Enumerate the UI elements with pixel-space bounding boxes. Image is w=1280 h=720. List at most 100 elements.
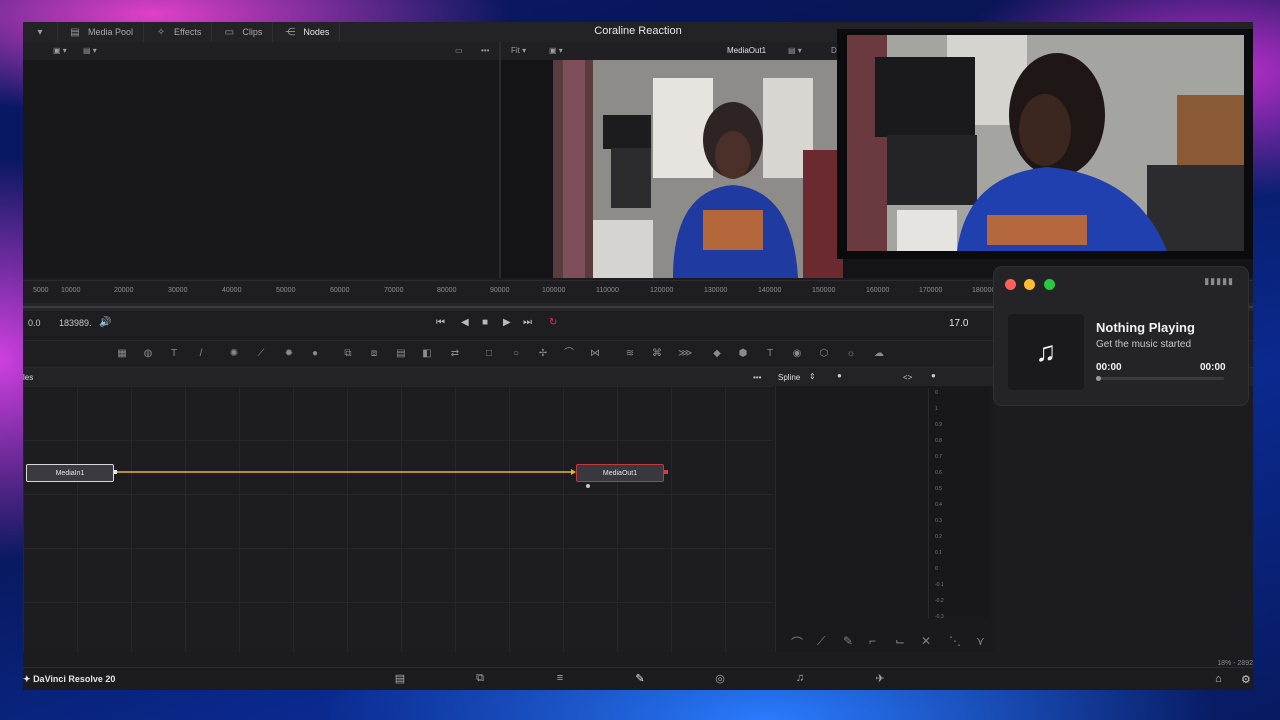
smooth-icon[interactable]: ⌒: [791, 634, 803, 651]
tracker-icon[interactable]: ⋈: [589, 348, 601, 360]
particles-tool-icon[interactable]: ✺: [228, 348, 240, 360]
matte-tool-icon[interactable]: ◧: [421, 348, 433, 360]
close-button[interactable]: [1005, 279, 1016, 290]
reverse-icon[interactable]: ✕: [921, 634, 931, 648]
viewer-tool-icon[interactable]: ▣ ▾: [549, 46, 563, 55]
minimize-button[interactable]: [1024, 279, 1035, 290]
linear-icon[interactable]: ⟋: [817, 634, 825, 649]
range-start[interactable]: 0.0: [28, 318, 41, 328]
color-page-icon[interactable]: ◎: [681, 672, 759, 690]
elapsed-time: 00:00: [1096, 362, 1122, 373]
zoom-level: 18% - 2892: [1217, 660, 1253, 667]
graph-value: 0.3: [935, 518, 942, 524]
transform-tool-icon[interactable]: ⧈: [368, 348, 380, 360]
bounce-icon[interactable]: ⋎: [976, 634, 985, 648]
home-icon[interactable]: ⌂: [1215, 673, 1222, 685]
ruler-tick: 20000: [114, 287, 134, 294]
grid-warp-icon[interactable]: ⌘: [651, 348, 663, 360]
track-title: Nothing Playing: [1096, 320, 1195, 335]
3d-merge-icon[interactable]: ⬢: [737, 348, 749, 360]
spline-graph[interactable]: 0 1 0.9 0.8 0.7 0.6 0.5 0.4 0.3 0.2 0.1 …: [928, 388, 989, 620]
media-page-icon[interactable]: ▤: [361, 672, 439, 690]
graph-value: -0.3: [935, 614, 944, 620]
camera-3d-icon[interactable]: ◉: [791, 348, 803, 360]
spline-fit-icon[interactable]: <>: [903, 373, 912, 382]
nodes-button[interactable]: ⋲ Nodes: [273, 22, 341, 42]
spline-zoom-slider-right[interactable]: ●: [931, 371, 936, 380]
text-tool-icon[interactable]: T: [168, 348, 180, 360]
progress-knob[interactable]: [1096, 376, 1101, 381]
view-options-icon[interactable]: ▤ ▾: [83, 46, 97, 55]
viewer-extra-label: D: [831, 46, 837, 55]
node-editor[interactable]: MediaIn1 MediaOut1: [23, 386, 773, 652]
cut-page-icon[interactable]: ⧉: [441, 672, 519, 690]
warp-tool-icon[interactable]: ≋: [624, 348, 636, 360]
loop-icon[interactable]: ↻: [549, 317, 557, 328]
3d-text-icon[interactable]: T: [764, 348, 776, 360]
grip-icon[interactable]: ▮▮▮▮▮: [1204, 276, 1234, 287]
ellipse-mask-icon[interactable]: ○: [510, 348, 522, 360]
play-reverse-icon[interactable]: ◀: [461, 317, 469, 328]
media-out-output-port[interactable]: [664, 470, 668, 474]
bspline-mask-icon[interactable]: ⌒: [563, 348, 575, 360]
resize-tool-icon[interactable]: ⇄: [449, 348, 461, 360]
blur-tool-icon[interactable]: ⟋: [255, 348, 267, 360]
effects-button[interactable]: ✧ Effects: [144, 22, 213, 42]
range-end[interactable]: 183989.: [59, 318, 92, 328]
color-tool-icon[interactable]: ●: [309, 348, 321, 360]
toolbar-left-stub[interactable]: ▾: [23, 22, 58, 42]
stop-icon[interactable]: ■: [482, 317, 488, 328]
settings-icon[interactable]: ⚙: [1241, 673, 1251, 686]
planar-tracker-icon[interactable]: ⋙: [678, 348, 692, 360]
go-to-start-icon[interactable]: ⏮: [436, 317, 445, 328]
left-viewer[interactable]: [23, 60, 499, 278]
spline-sort-icon[interactable]: ⇕: [809, 372, 816, 381]
background-tool-icon[interactable]: ▦: [116, 348, 128, 360]
media-out-node[interactable]: MediaOut1: [576, 464, 664, 482]
3d-shape-icon[interactable]: ◆: [711, 348, 723, 360]
renderer-3d-icon[interactable]: ⬡: [818, 348, 830, 360]
go-to-end-icon[interactable]: ⏭: [523, 317, 532, 328]
draw-icon[interactable]: ✎: [843, 634, 853, 648]
play-icon[interactable]: ▶: [503, 317, 511, 328]
spline-zoom-slider-left[interactable]: ●: [837, 371, 842, 380]
ruler-tick: 130000: [704, 287, 728, 294]
fusion-page-icon[interactable]: ✎: [601, 672, 679, 690]
edit-page-icon[interactable]: ≡: [521, 672, 599, 690]
media-pool-icon: ▤: [70, 26, 80, 38]
rectangle-mask-icon[interactable]: □: [483, 348, 495, 360]
nodes-panel-menu-icon[interactable]: •••: [753, 373, 761, 382]
fit-dropdown[interactable]: Fit ▾: [511, 46, 526, 55]
media-pool-button[interactable]: ▤ Media Pool: [58, 22, 145, 42]
album-art: ♫: [1008, 314, 1084, 390]
glow-tool-icon[interactable]: ✹: [283, 348, 295, 360]
ease-icon[interactable]: ⋱: [949, 634, 961, 648]
graph-value: 0.8: [935, 438, 942, 444]
brush-tool-icon[interactable]: /: [195, 348, 207, 360]
paint-tool-icon[interactable]: ◍: [142, 348, 154, 360]
mask-input-port[interactable]: [586, 484, 590, 488]
effects-icon: ✧: [156, 26, 166, 38]
deliver-page-icon[interactable]: ✈: [841, 672, 919, 690]
fairlight-page-icon[interactable]: ♫: [761, 672, 839, 690]
maximize-button[interactable]: [1044, 279, 1055, 290]
fog-3d-icon[interactable]: ☁: [873, 348, 885, 360]
media-in-node[interactable]: MediaIn1: [26, 464, 114, 482]
layout-icon[interactable]: ▣ ▾: [53, 46, 67, 55]
graph-value: -0.2: [935, 598, 944, 604]
merge-tool-icon[interactable]: ⧉: [342, 348, 354, 360]
step-in-icon[interactable]: ⌐: [869, 634, 876, 648]
graph-value: 0.1: [935, 550, 942, 556]
crop-tool-icon[interactable]: ▤: [395, 348, 407, 360]
more-options-icon[interactable]: •••: [481, 46, 489, 55]
viewer-options-icon[interactable]: ▤ ▾: [788, 46, 802, 55]
progress-bar[interactable]: [1096, 376, 1224, 381]
single-view-icon[interactable]: ▭: [455, 46, 463, 55]
current-frame[interactable]: 17.0: [949, 318, 968, 329]
clips-button[interactable]: ▭ Clips: [212, 22, 274, 42]
audio-icon[interactable]: 🔊: [99, 317, 111, 328]
light-3d-icon[interactable]: ☼: [845, 348, 857, 360]
step-out-icon[interactable]: ⌙: [895, 634, 905, 648]
polygon-mask-icon[interactable]: ✢: [537, 348, 549, 360]
webcam-frame: [847, 35, 1244, 251]
